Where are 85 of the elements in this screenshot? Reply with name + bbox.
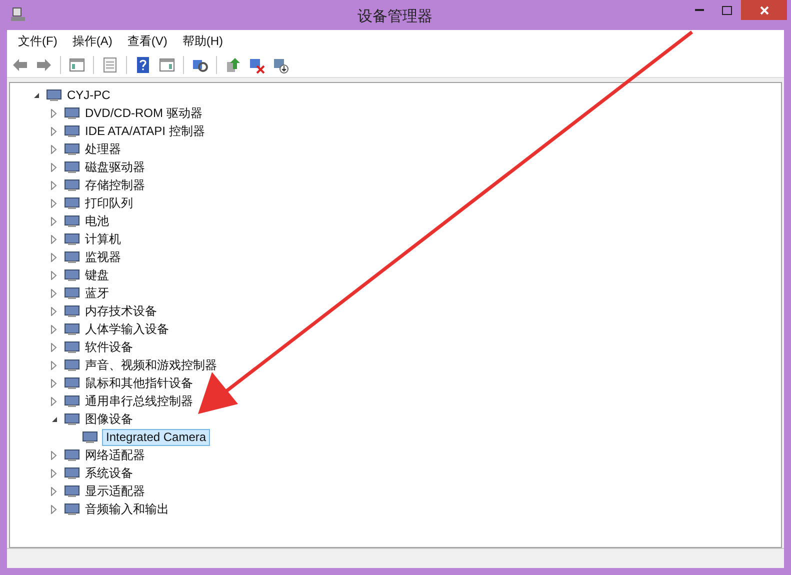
device-icon <box>64 105 80 121</box>
expand-arrow-icon[interactable] <box>51 468 57 478</box>
tree-item[interactable]: 图像设备 <box>84 410 134 428</box>
device-icon <box>64 375 80 391</box>
device-icon <box>64 231 80 247</box>
panel-icon <box>68 56 86 74</box>
menu-item[interactable]: 帮助(H) <box>175 31 230 51</box>
tree-item[interactable]: 显示适配器 <box>84 482 146 500</box>
device-icon <box>64 321 80 337</box>
expand-arrow-icon[interactable] <box>51 180 57 190</box>
collapse-arrow-icon[interactable] <box>50 416 58 422</box>
properties-icon <box>101 56 119 74</box>
expand-arrow-icon[interactable] <box>51 270 57 280</box>
tree-item[interactable]: 通用串行总线控制器 <box>84 392 194 410</box>
tree-item[interactable]: CYJ-PC <box>66 86 112 104</box>
expand-arrow-icon[interactable] <box>51 324 57 334</box>
tree-item[interactable]: 键盘 <box>84 266 110 284</box>
device-icon <box>82 429 98 445</box>
expand-arrow-icon[interactable] <box>51 450 57 460</box>
tree-item[interactable]: 网络适配器 <box>84 446 146 464</box>
collapse-arrow-icon[interactable] <box>32 92 40 98</box>
device-icon <box>64 213 80 229</box>
minimize-icon <box>694 8 704 12</box>
window-title: 设备管理器 <box>356 7 434 27</box>
expand-arrow-icon[interactable] <box>51 360 57 370</box>
help-icon <box>134 56 152 74</box>
menu-item[interactable]: 文件(F) <box>11 31 64 51</box>
menu-item[interactable]: 查看(V) <box>120 31 174 51</box>
expand-arrow-icon[interactable] <box>51 504 57 514</box>
expand-arrow-icon[interactable] <box>51 126 57 136</box>
tree-item[interactable]: 音频输入和输出 <box>84 500 170 518</box>
expand-arrow-icon[interactable] <box>51 108 57 118</box>
tree-item[interactable]: 电池 <box>84 212 110 230</box>
expand-arrow-icon[interactable] <box>51 378 57 388</box>
tree-item[interactable]: IDE ATA/ATAPI 控制器 <box>84 122 206 140</box>
expand-arrow-icon[interactable] <box>51 216 57 226</box>
device-icon <box>64 195 80 211</box>
expand-arrow-icon[interactable] <box>51 396 57 406</box>
expand-arrow-icon[interactable] <box>51 486 57 496</box>
expand-arrow-icon[interactable] <box>51 198 57 208</box>
expand-arrow-icon[interactable] <box>51 144 57 154</box>
device-icon <box>46 87 62 103</box>
menu-item[interactable]: 操作(A) <box>65 31 120 51</box>
device-icon <box>64 411 80 427</box>
device-icon <box>64 393 80 409</box>
device-icon <box>64 267 80 283</box>
tree-item[interactable]: Integrated Camera <box>102 428 210 446</box>
tree-item[interactable]: 蓝牙 <box>84 284 110 302</box>
device-icon <box>64 141 80 157</box>
expand-arrow-icon[interactable] <box>51 252 57 262</box>
expand-arrow-icon[interactable] <box>51 342 57 352</box>
tree-item[interactable]: 鼠标和其他指针设备 <box>84 374 194 392</box>
tree-item[interactable]: DVD/CD-ROM 驱动器 <box>84 104 204 122</box>
expand-arrow-icon[interactable] <box>51 288 57 298</box>
tree-item[interactable]: 存储控制器 <box>84 176 146 194</box>
device-icon <box>64 465 80 481</box>
tree-item[interactable]: 监视器 <box>84 248 122 266</box>
device-icon <box>64 249 80 265</box>
device-icon <box>64 357 80 373</box>
device-manager-icon <box>10 7 26 23</box>
device-icon <box>64 123 80 139</box>
maximize-icon <box>722 6 732 14</box>
tree-item[interactable]: 内存技术设备 <box>84 302 158 320</box>
tree-item[interactable]: 系统设备 <box>84 464 134 482</box>
tree-item[interactable]: 打印队列 <box>84 194 134 212</box>
close-icon <box>760 6 768 14</box>
tree-item[interactable]: 声音、视频和游戏控制器 <box>84 356 218 374</box>
device-icon <box>64 177 80 193</box>
tree-item[interactable]: 计算机 <box>84 230 122 248</box>
device-icon <box>64 447 80 463</box>
tree-item[interactable]: 人体学输入设备 <box>84 320 170 338</box>
expand-arrow-icon[interactable] <box>51 306 57 316</box>
tree-item[interactable]: 磁盘驱动器 <box>84 158 146 176</box>
tree-item[interactable]: 处理器 <box>84 140 122 158</box>
tree-item[interactable]: 软件设备 <box>84 338 134 356</box>
device-icon <box>64 303 80 319</box>
expand-arrow-icon[interactable] <box>51 162 57 172</box>
device-icon <box>64 285 80 301</box>
panel-icon <box>158 56 176 74</box>
device-icon <box>64 159 80 175</box>
device-icon <box>64 483 80 499</box>
device-icon <box>64 339 80 355</box>
device-icon <box>64 501 80 517</box>
close-button[interactable] <box>741 0 787 20</box>
expand-arrow-icon[interactable] <box>51 234 57 244</box>
